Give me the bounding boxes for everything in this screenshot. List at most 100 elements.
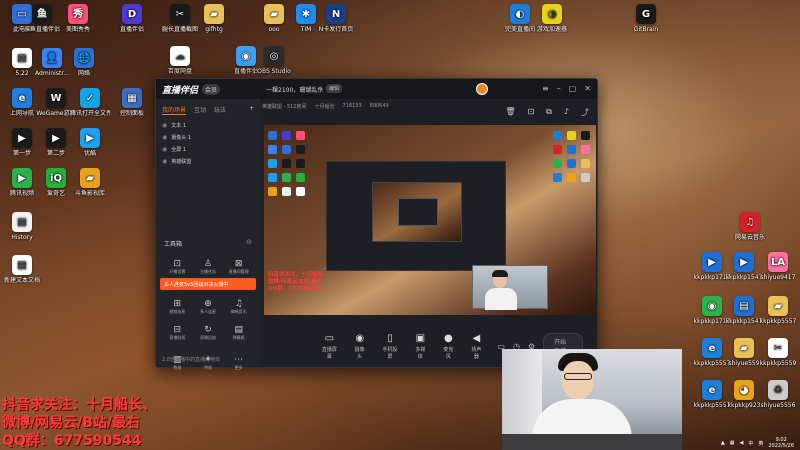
tool-item[interactable]: ⊟ 直播贴纸 bbox=[162, 325, 193, 341]
source-item[interactable]: ◉ 全屏 1 bbox=[156, 143, 260, 155]
desktop-icon[interactable]: D 直播伴侣 bbox=[112, 4, 152, 33]
room-edit-button[interactable]: 编辑 bbox=[326, 84, 343, 93]
app-title-bar[interactable]: 直播伴侣 会员 bbox=[156, 79, 597, 99]
tray-arrow-icon[interactable]: ▲ bbox=[721, 440, 725, 446]
trash-icon[interactable]: 🗑 bbox=[505, 107, 515, 118]
folder-icon: ▰ bbox=[204, 4, 224, 24]
stream-preview[interactable]: 抖音求关注、十月船长、 微博/网易云/B站/最右 QQ群：677590544 bbox=[264, 125, 596, 315]
bell-icon[interactable]: ♪ bbox=[564, 107, 569, 118]
member-badge[interactable]: 会员 bbox=[202, 83, 221, 95]
folder-icon: ▰ bbox=[734, 338, 754, 358]
desktop-icon[interactable]: ▰ 斗鱼影视库 bbox=[70, 168, 110, 197]
media-icon: ▣ bbox=[415, 332, 426, 344]
lock-icon[interactable]: ⊡ bbox=[527, 107, 534, 118]
menu-icon[interactable]: ≡ bbox=[542, 84, 549, 93]
tool-item[interactable]: ⊞ 视频连麦 bbox=[162, 299, 193, 315]
folder-icon: ▰ bbox=[80, 168, 100, 188]
multi-link-icon: ⊕ bbox=[204, 299, 212, 309]
desktop-icon[interactable]: ♻ shiyue5556 bbox=[758, 380, 798, 409]
tool-item[interactable]: ▤ 弹幕姬 bbox=[223, 325, 254, 341]
overlay-line: 微博/网易云/B站/最右 bbox=[2, 415, 141, 431]
desktop-icon-label: 百度网盘 bbox=[167, 68, 192, 75]
bottom-label: 手机投屏 bbox=[382, 346, 398, 360]
preview-text-line: QQ群：677590544 bbox=[268, 286, 323, 292]
tool-label: 多人连麦 bbox=[199, 309, 216, 314]
desktop-icon[interactable]: ▰ kkpkkp5557 bbox=[758, 296, 798, 325]
mic-button[interactable]: ● 麦克风 bbox=[441, 333, 455, 360]
wechat-icon: ◉ bbox=[702, 296, 722, 316]
desktop-icon[interactable]: ☁ 百度网盘 bbox=[160, 46, 200, 75]
phone-cast-button[interactable]: ▯ 手机投屏 bbox=[381, 333, 400, 360]
clock[interactable]: 9:02 2022/5/26 bbox=[768, 437, 794, 449]
close-icon[interactable]: ✕ bbox=[584, 84, 591, 93]
network-tray-icon[interactable]: ▦ bbox=[730, 440, 735, 446]
settings-icon: ⊡ bbox=[173, 259, 182, 269]
desktop-icon[interactable]: ◑ 游戏加速器 bbox=[532, 4, 572, 33]
speaker-icon: ◀ bbox=[472, 332, 481, 344]
desktop-icon[interactable]: N N卡发行首页 bbox=[316, 4, 356, 33]
speaker-button[interactable]: ◀ 扬声器 bbox=[469, 333, 483, 360]
desktop-icon[interactable]: ▤ 新建文本文档 bbox=[2, 255, 42, 284]
desktop-icon[interactable]: 鱼斗鱼直播伴侣 bbox=[22, 4, 62, 33]
eye-icon[interactable]: ◉ bbox=[162, 122, 167, 129]
eye-icon[interactable]: ◉ bbox=[162, 134, 167, 141]
desktop-icon[interactable]: 🌐 网络 bbox=[64, 48, 104, 77]
tool-item[interactable]: ⊕ 多人连麦 bbox=[193, 299, 224, 315]
tab-interact[interactable]: 互动 bbox=[194, 105, 206, 115]
tool-item[interactable]: ⊠ 直播间管理 bbox=[223, 259, 254, 275]
eye-icon[interactable]: ◉ bbox=[162, 146, 167, 153]
tab-scenes[interactable]: 我的场景 bbox=[162, 105, 187, 115]
tool-item[interactable]: ⋯ 更多 bbox=[223, 355, 254, 371]
screen-button[interactable]: ▭ 直播屏幕 bbox=[320, 333, 339, 360]
desktop-icon[interactable]: G GitBrain bbox=[626, 4, 666, 33]
phone-icon: ▯ bbox=[387, 332, 393, 344]
source-item[interactable]: ◉ 英雄联盟 bbox=[156, 155, 260, 167]
maximize-icon[interactable]: ▢ bbox=[569, 84, 577, 93]
desktop-icon[interactable]: 秀美图秀秀 bbox=[58, 4, 98, 33]
desktop-icon[interactable]: ◎ OBS Studio bbox=[254, 46, 294, 75]
desktop-icon[interactable]: ✓ 腾讯打开全文件检测器 bbox=[70, 88, 110, 117]
tencent-video-icon: ▶ bbox=[12, 168, 32, 188]
teamviewer-icon: ▶ bbox=[734, 252, 754, 272]
add-scene-button[interactable]: + bbox=[249, 105, 254, 115]
eye-icon[interactable]: ◉ bbox=[162, 158, 167, 165]
collapse-icon[interactable]: ⊖ bbox=[246, 238, 252, 246]
desktop-icon[interactable]: ▤ History bbox=[2, 212, 42, 241]
tool-item[interactable]: ♫ 嗨唱音乐 bbox=[223, 299, 254, 315]
tool-label: 开播设置 bbox=[169, 269, 186, 274]
source-label: 全屏 1 bbox=[171, 146, 187, 153]
desktop-icon[interactable]: ♫ 网易云音乐 bbox=[730, 212, 770, 241]
ime-indicator[interactable]: 中 bbox=[748, 440, 753, 447]
desktop-icon[interactable]: ✂ kkpkkp5559 bbox=[758, 338, 798, 367]
more-icon: ⋯ bbox=[234, 355, 244, 365]
desktop-icon-label: 美图秀秀 bbox=[65, 26, 90, 33]
layers-icon[interactable]: ⧉ bbox=[546, 107, 552, 118]
preview-overlay-text: 抖音求关注、十月船长、 微博/网易云/B站/最右 QQ群：677590544 bbox=[268, 272, 329, 293]
tool-item[interactable]: ↻ 直播回放 bbox=[193, 325, 224, 341]
sidebar-footer[interactable]: 2.8倍直播中的直播间特效 bbox=[162, 356, 220, 363]
tab-play[interactable]: 玩法 bbox=[214, 105, 226, 115]
desktop-icon-label: 直播伴侣 bbox=[119, 26, 144, 33]
overlay-line: QQ群：677590544 bbox=[2, 433, 142, 449]
user-avatar[interactable] bbox=[476, 83, 488, 95]
source-item[interactable]: ◉ 文本 1 bbox=[156, 119, 260, 131]
tool-label: 更多 bbox=[234, 365, 243, 370]
media-button[interactable]: ▣ 多媒体 bbox=[413, 333, 427, 360]
preview-desktop-icons-right bbox=[553, 131, 590, 182]
source-item[interactable]: ◉ 摄像头 1 bbox=[156, 131, 260, 143]
share-icon[interactable]: ⤴ bbox=[581, 107, 589, 118]
desktop-icon[interactable]: ▦ 控制面板 bbox=[112, 88, 152, 117]
desktop-icon[interactable]: ▶ 优酷 bbox=[70, 128, 110, 157]
desktop-icon[interactable]: ▰ gifhtg bbox=[194, 4, 234, 33]
live-companion-window: 直播伴侣 会员 一棵2100，珊瑚乱杀 编辑 ≡ – ▢ ✕ 英雄联盟 - 51… bbox=[155, 78, 598, 371]
lang-indicator[interactable]: 英 bbox=[758, 440, 763, 447]
step1-icon: ▶ bbox=[12, 128, 32, 148]
minimize-icon[interactable]: – bbox=[557, 84, 561, 93]
tool-item[interactable]: ⊡ 开播设置 bbox=[162, 259, 193, 275]
camera-button[interactable]: ◉ 摄像头 bbox=[353, 333, 367, 360]
tool-item[interactable]: ♙ 主播任务 bbox=[193, 259, 224, 275]
desktop-icon[interactable]: LA shiyue9417 bbox=[758, 252, 798, 281]
volume-tray-icon[interactable]: ◀ bbox=[739, 440, 743, 446]
promo-banner[interactable]: 多人连麦5v5团战对决火爆中 bbox=[160, 278, 256, 290]
screenshot-icon: ✂ bbox=[170, 4, 190, 24]
